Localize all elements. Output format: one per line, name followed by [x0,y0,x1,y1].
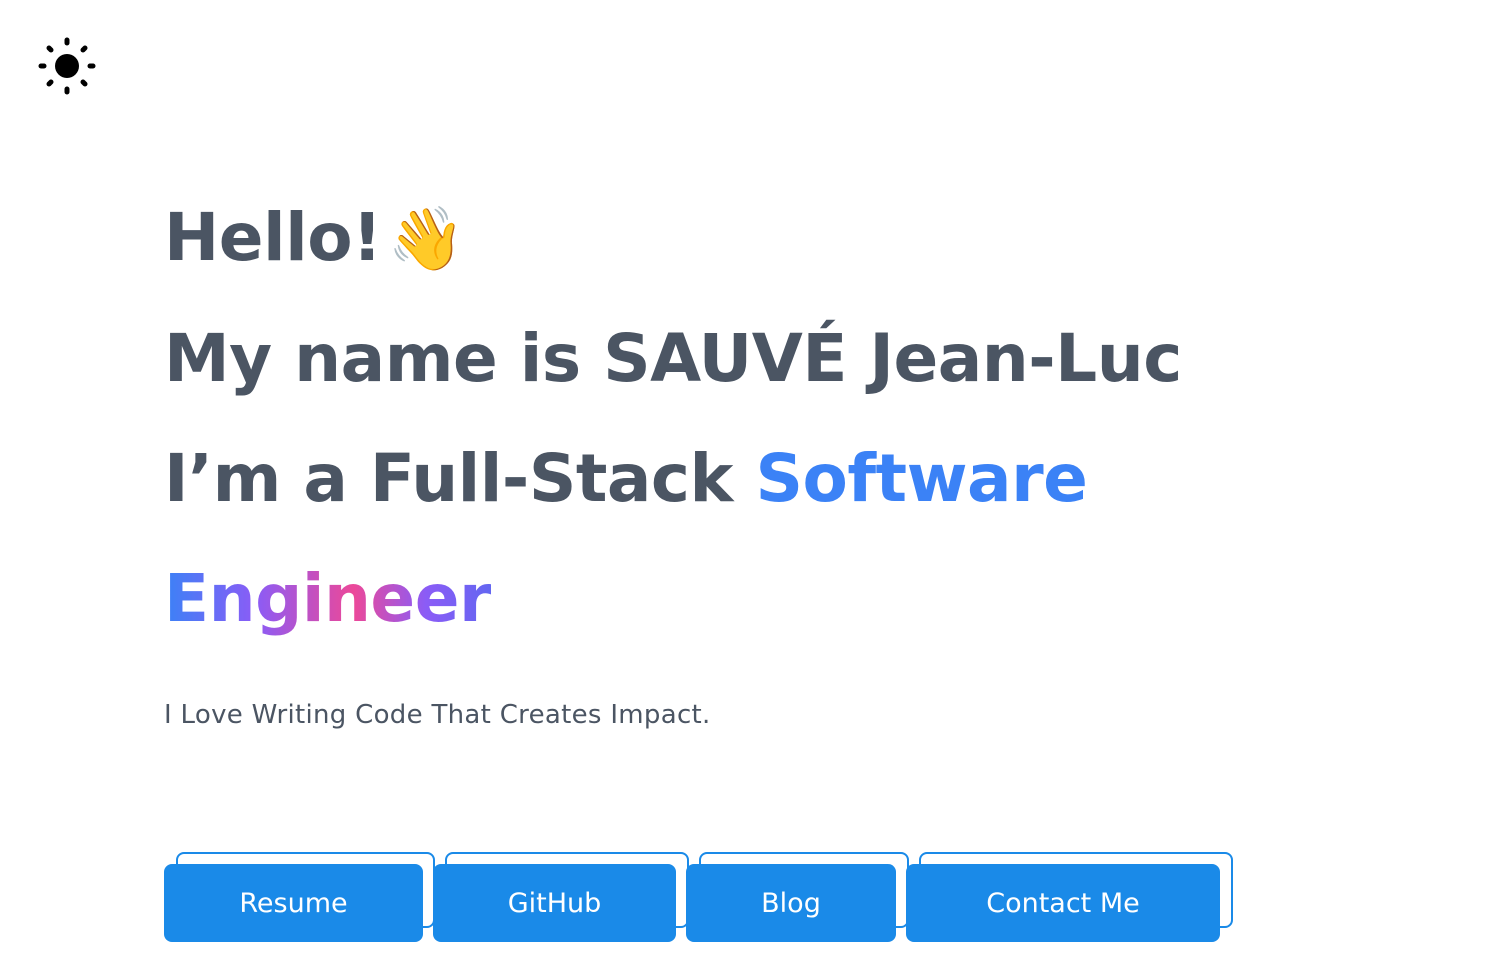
contact-me-button[interactable]: Contact Me [906,864,1220,942]
waving-hand-icon: 👋 [387,202,465,275]
tagline: I Love Writing Code That Creates Impact. [164,700,711,730]
role-highlight: Software [755,440,1088,517]
role-gradient-line: Engineer [164,539,1464,659]
greeting-text: Hello! [164,199,382,276]
name-line: My name is SAUVÉ Jean-Luc [164,320,1182,397]
sun-icon [38,37,96,95]
resume-button[interactable]: Resume [164,864,423,942]
role-prefix: I’m a Full-Stack [164,440,733,517]
github-button[interactable]: GitHub [433,864,676,942]
greeting-line: Hello!👋 [164,178,1464,299]
theme-toggle-button[interactable] [38,37,96,95]
hero-heading: Hello!👋 My name is SAUVÉ Jean-Luc I’m a … [164,178,1464,659]
blog-button[interactable]: Blog [686,864,896,942]
role-gradient: Engineer [164,560,492,637]
role-line: I’m a Full-Stack Software [164,419,1464,539]
page: Hello!👋 My name is SAUVÉ Jean-Luc I’m a … [0,0,1500,971]
